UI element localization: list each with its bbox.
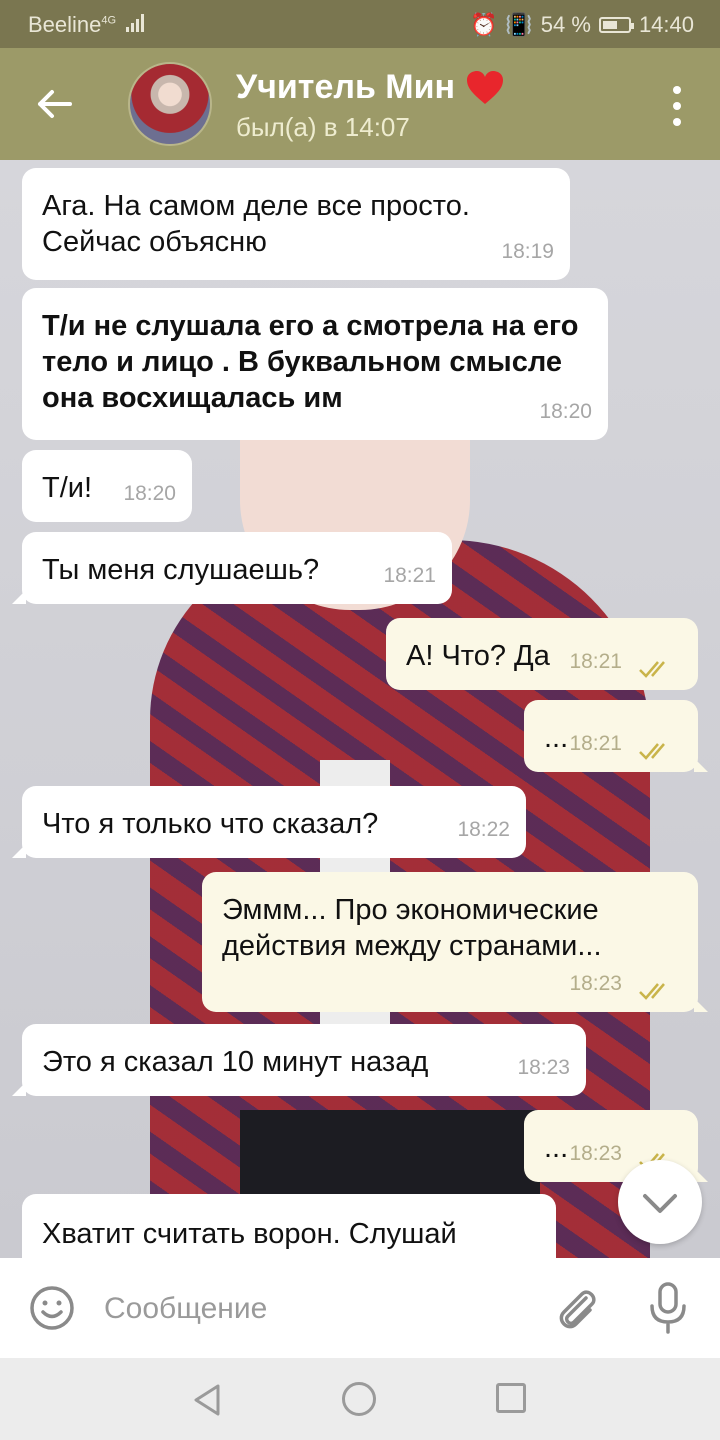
bubble-tail <box>12 590 26 604</box>
message-time: 18:23 <box>569 1142 622 1165</box>
message-time: 18:21 <box>569 732 622 755</box>
message-incoming[interactable]: Что я только что сказал? 18:22 <box>12 786 526 858</box>
message-text: ... <box>544 722 569 754</box>
alarm-icon: ⏰ <box>469 12 498 37</box>
message-incoming[interactable]: Ты меня слушаешь? 18:21 <box>12 532 452 604</box>
message-text: Хватит считать ворон. Слушай <box>42 1218 457 1250</box>
message-time: 18:22 <box>457 818 510 841</box>
clock: 14:40 <box>638 12 694 37</box>
bubble-tail <box>694 998 708 1012</box>
message-time: 18:20 <box>539 400 592 423</box>
chevron-down-icon <box>643 1194 677 1213</box>
nav-back-icon[interactable] <box>190 1382 226 1418</box>
message-text: Что я только что сказал? <box>42 808 379 840</box>
message-incoming[interactable]: Т/и не слушала его а смотрела на его тел… <box>22 288 608 440</box>
status-bar: Beeline4G ⏰ 📳 54 % 14:40 <box>0 0 720 48</box>
vibrate-icon: 📳 <box>505 12 533 37</box>
read-ticks-icon <box>639 983 665 1000</box>
attach-icon[interactable] <box>552 1284 600 1332</box>
signal-icon <box>126 14 145 32</box>
avatar[interactable] <box>128 62 212 146</box>
battery-icon <box>598 17 634 33</box>
message-text: Это я сказал 10 минут назад <box>42 1046 429 1078</box>
mic-icon[interactable] <box>646 1282 690 1334</box>
bubble-tail <box>12 844 26 858</box>
scroll-down-button[interactable] <box>618 1160 702 1244</box>
battery-percent: 54 % <box>540 12 591 37</box>
heart-icon <box>467 70 504 104</box>
message-time: 18:20 <box>123 482 176 505</box>
back-arrow-icon[interactable] <box>30 84 78 124</box>
message-input[interactable]: Сообщение <box>104 1292 267 1326</box>
emoji-icon[interactable] <box>28 1284 76 1332</box>
message-incoming[interactable]: Хватит считать ворон. Слушай <box>22 1194 556 1258</box>
read-ticks-icon <box>639 743 665 760</box>
message-time: 18:23 <box>569 972 622 995</box>
bubble-tail <box>694 758 708 772</box>
message-incoming[interactable]: Т/и! 18:20 <box>22 450 192 522</box>
message-time: 18:23 <box>517 1056 570 1079</box>
carrier-label: Beeline4G <box>28 12 145 38</box>
message-text: ... <box>544 1132 569 1164</box>
chat-title[interactable]: Учитель Мин <box>236 68 505 107</box>
system-nav-bar <box>0 1358 720 1440</box>
read-ticks-icon <box>639 661 665 678</box>
message-time: 18:21 <box>383 564 436 587</box>
message-outgoing[interactable]: ... 18:21 <box>524 700 708 772</box>
nav-home-icon[interactable] <box>342 1382 376 1416</box>
message-incoming[interactable]: Ага. На самом деле все просто. Сейчас об… <box>22 168 570 280</box>
message-text: Ага. На самом деле все просто. Сейчас об… <box>42 190 470 258</box>
message-text: Т/и! <box>42 472 93 504</box>
message-input-bar: Сообщение <box>0 1258 720 1358</box>
message-outgoing[interactable]: А! Что? Да 18:21 <box>386 618 698 690</box>
message-time: 18:19 <box>501 240 554 263</box>
last-seen-status: был(а) в 14:07 <box>236 112 410 142</box>
more-vert-icon[interactable] <box>670 86 684 126</box>
chat-header: Учитель Мин был(а) в 14:07 <box>0 48 720 160</box>
nav-recent-icon[interactable] <box>496 1383 526 1413</box>
message-text: Эммм... Про экономические действия между… <box>222 894 602 962</box>
message-text: А! Что? Да <box>406 640 550 672</box>
message-time: 18:21 <box>569 650 622 673</box>
message-incoming[interactable]: Это я сказал 10 минут назад 18:23 <box>12 1024 586 1096</box>
bubble-tail <box>12 1082 26 1096</box>
message-outgoing[interactable]: Эммм... Про экономические действия между… <box>202 872 708 1012</box>
message-text: Ты меня слушаешь? <box>42 554 320 586</box>
message-text: Т/и не слушала его а смотрела на его тел… <box>42 310 579 414</box>
